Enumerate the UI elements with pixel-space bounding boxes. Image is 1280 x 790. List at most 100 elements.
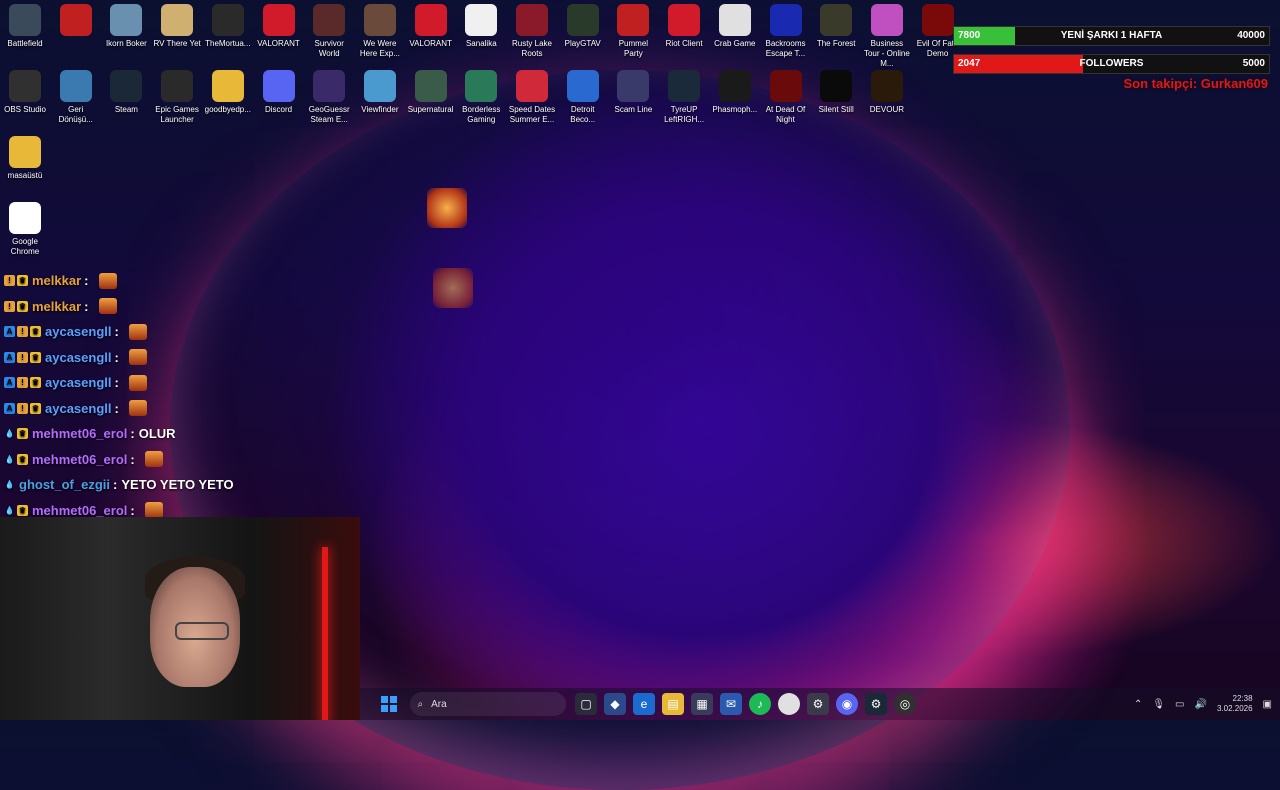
edge-icon[interactable]: e — [633, 693, 655, 715]
chat-username[interactable]: melkkar — [32, 273, 81, 288]
chat-username[interactable]: ghost_of_ezgii — [19, 477, 110, 492]
desktop-icon[interactable]: goodbyedp... — [203, 70, 253, 115]
desktop-icon[interactable]: Steam — [101, 70, 151, 115]
desktop-icon[interactable]: Ikorn Boker — [101, 4, 151, 49]
app-icon — [668, 4, 701, 36]
chat-message: 💧 ♛ mehmet06_erol : OLUR — [0, 421, 360, 447]
app-icon — [363, 4, 396, 36]
desktop-icon-label: Scam Line — [614, 105, 653, 114]
desktop-icon[interactable]: At Dead Of Night — [761, 70, 811, 125]
spotify-icon[interactable]: ♪ — [749, 693, 771, 715]
desktop-icon[interactable]: TheMortua... — [203, 4, 253, 49]
discord-icon[interactable]: ◉ — [836, 693, 858, 715]
desktop-icon[interactable]: Supernatural — [406, 70, 456, 115]
desktop-icon[interactable]: We Were Here Exp... — [355, 4, 405, 59]
chat-emote-icon — [128, 349, 147, 366]
chat-overlay: ! ♛ melkkar :! ♛ melkkar : A! ♛ aycasengll : A! ♛… — [0, 268, 360, 523]
chat-username[interactable]: aycasengll — [45, 350, 112, 365]
copilot-icon[interactable]: ◆ — [604, 693, 626, 715]
chat-badge-icon: ! — [17, 402, 28, 414]
chat-badges: 💧 ♛ — [4, 453, 28, 465]
file-explorer-icon[interactable]: ▤ — [662, 693, 684, 715]
desktop-icon[interactable]: Viewfinder — [355, 70, 405, 115]
desktop-icon[interactable]: Sanalika — [456, 4, 506, 49]
desktop-icon[interactable]: Business Tour - Online M... — [862, 4, 912, 69]
desktop-icon[interactable]: TyreUP LeftRIGH... — [659, 70, 709, 125]
desktop-icon[interactable]: Pummel Party — [608, 4, 658, 59]
desktop-icon-label: At Dead Of Night — [765, 105, 806, 124]
desktop-icon[interactable]: Riot Client — [659, 4, 709, 49]
chat-badge-icon: ! — [17, 351, 28, 363]
desktop-icon[interactable]: GeoGuessr Steam E... — [304, 70, 354, 125]
chrome-icon[interactable] — [778, 693, 800, 715]
obs-icon[interactable]: ◎ — [894, 693, 916, 715]
desktop-icon[interactable]: RV There Yet — [152, 4, 202, 49]
steam-icon[interactable]: ⚙ — [865, 693, 887, 715]
desktop-icon[interactable]: Silent Still — [811, 70, 861, 115]
app-icon — [9, 4, 41, 36]
chat-separator: : — [84, 273, 89, 289]
desktop-icon[interactable]: Speed Dates Summer E... — [507, 70, 557, 125]
desktop-icon[interactable]: VALORANT — [254, 4, 304, 49]
store-icon[interactable]: ▦ — [691, 693, 713, 715]
task-view-icon[interactable]: ▢ — [575, 693, 597, 715]
desktop-icon[interactable]: Discord — [254, 70, 304, 115]
chat-emote-icon — [98, 272, 117, 289]
chat-emote-icon — [144, 451, 163, 468]
chat-badges: A! ♛ — [4, 377, 41, 389]
desktop-icon[interactable]: Borderless Gaming — [456, 70, 506, 125]
desktop-icon[interactable]: Geri Dönüşü... — [51, 70, 101, 125]
desktop-icon[interactable]: Phasmoph... — [710, 70, 760, 115]
desktop-icon[interactable]: VALORANT — [406, 4, 456, 49]
chevron-up-icon[interactable]: ⌃ — [1134, 699, 1142, 710]
desktop-icon[interactable]: masaüstü — [0, 136, 50, 181]
chat-username[interactable]: aycasengll — [45, 401, 112, 416]
chat-separator: : — [114, 400, 119, 416]
chat-username[interactable]: melkkar — [32, 299, 81, 314]
desktop-icon[interactable]: Rusty Lake Roots — [507, 4, 557, 59]
taskbar-search[interactable]: ⌕ Ara — [409, 692, 566, 716]
chat-badges: ! ♛ — [4, 275, 28, 287]
desktop-icon-label: Battlefield — [7, 39, 43, 48]
app-icon — [414, 70, 447, 102]
app-icon — [870, 70, 903, 102]
desktop-icon[interactable]: Detroit Beco... — [558, 70, 608, 125]
chat-username[interactable]: mehmet06_erol — [32, 503, 127, 518]
desktop-icon[interactable]: Survivor World — [304, 4, 354, 59]
chat-message: ! ♛ melkkar : — [0, 268, 360, 294]
chat-username[interactable]: aycasengll — [45, 375, 112, 390]
chat-badge-icon: ♛ — [17, 275, 28, 287]
chat-badge-icon: ♛ — [17, 428, 28, 440]
mail-icon[interactable]: ✉ — [720, 693, 742, 715]
desktop-icon-label: Google Chrome — [10, 237, 40, 256]
desktop-icon[interactable]: Battlefield — [0, 4, 50, 49]
notification-icon[interactable]: ▣ — [1263, 699, 1272, 710]
desktop-icon-label: DEVOUR — [869, 105, 904, 114]
speaker-icon[interactable]: 🔊 — [1195, 699, 1207, 710]
microphone-icon[interactable]: 🎙 — [1152, 699, 1165, 710]
chat-badge-icon: ! — [4, 300, 15, 312]
desktop-icon[interactable] — [51, 4, 101, 39]
desktop-icon-label: Ikorn Boker — [105, 39, 147, 48]
desktop-icon[interactable]: Crab Game — [710, 4, 760, 49]
desktop-icon[interactable]: PlayGTAV — [558, 4, 608, 49]
chat-emote-icon — [98, 298, 117, 315]
app-icon — [9, 70, 41, 102]
settings-icon[interactable]: ⚙ — [807, 693, 829, 715]
floating-emote — [427, 188, 467, 228]
song-goal-title: YENİ ŞARKI 1 HAFTA — [1060, 30, 1163, 41]
clock[interactable]: 22:38 3.02.2026 — [1217, 694, 1253, 714]
desktop-icon[interactable]: Scam Line — [608, 70, 658, 115]
desktop-icon[interactable]: Epic Games Launcher — [152, 70, 202, 125]
chat-username[interactable]: mehmet06_erol — [32, 426, 127, 441]
app-icon — [59, 70, 92, 102]
desktop-icon[interactable]: The Forest — [811, 4, 861, 49]
desktop-icon[interactable]: DEVOUR — [862, 70, 912, 115]
chat-username[interactable]: mehmet06_erol — [32, 452, 127, 467]
desktop-icon[interactable]: Google Chrome — [0, 202, 50, 257]
chat-username[interactable]: aycasengll — [45, 324, 112, 339]
desktop-icon[interactable]: OBS Studio — [0, 70, 50, 115]
network-icon[interactable]: ▭ — [1175, 699, 1184, 710]
windows-start-icon[interactable] — [378, 693, 400, 715]
desktop-icon[interactable]: Backrooms Escape T... — [761, 4, 811, 59]
